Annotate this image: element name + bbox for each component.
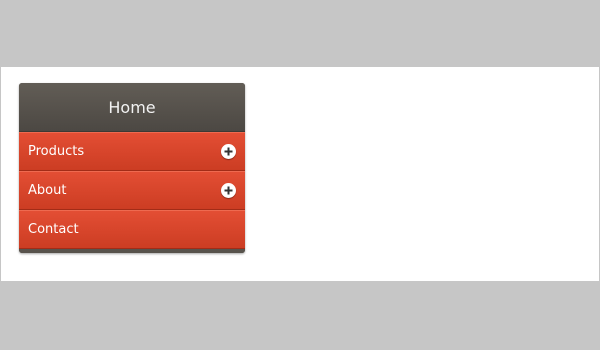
accordion-menu: Home Products About Contact [19, 83, 245, 253]
menu-item-label: Contact [28, 222, 79, 237]
menu-home-header[interactable]: Home [19, 83, 245, 132]
menu-item-about[interactable]: About [19, 171, 245, 210]
menu-item-contact[interactable]: Contact [19, 210, 245, 249]
menu-item-products[interactable]: Products [19, 132, 245, 171]
menu-footer [19, 249, 245, 253]
menu-home-label: Home [108, 98, 156, 117]
plus-circle-icon[interactable] [221, 183, 236, 198]
menu-item-label: Products [28, 144, 85, 159]
menu-item-label: About [28, 183, 67, 198]
plus-circle-icon[interactable] [221, 144, 236, 159]
